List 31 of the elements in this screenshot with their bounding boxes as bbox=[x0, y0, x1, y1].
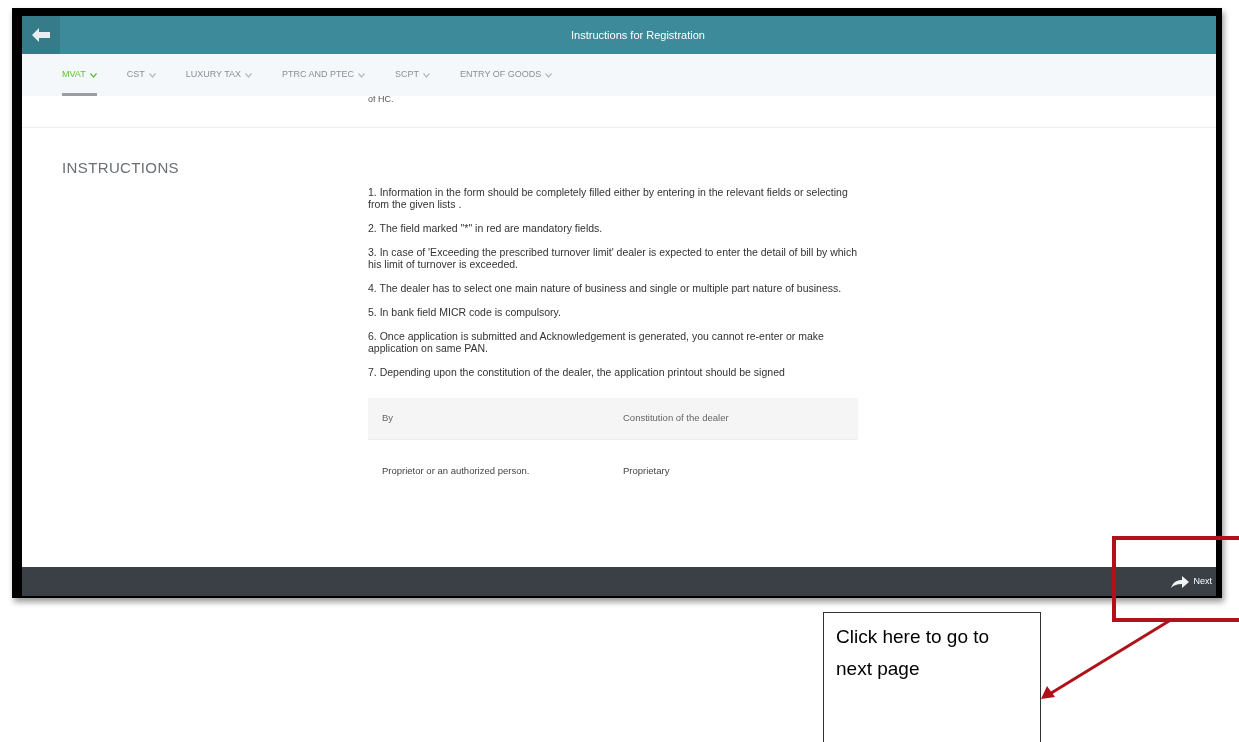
table-cell-text: Proprietor or an authorized person. bbox=[381, 463, 531, 478]
instruction-text: 5. In bank field MICR code is compulsory. bbox=[368, 306, 562, 318]
instruction-text: 1. Information in the form should be completely filled either by entering in the relevant fields or selecting from the given lists . bbox=[368, 186, 849, 210]
instruction-text: 2. The field marked "*" in red are mandatory fields. bbox=[368, 222, 604, 234]
instruction-text: 6. Once application is submitted and Acknowledgement is generated, you cannot re-enter or make application on same PAN. bbox=[368, 330, 825, 354]
next-button[interactable]: Next bbox=[1171, 574, 1212, 589]
instruction-text: 7. Depending upon the constitution of the dealer, the application printout should be signed bbox=[368, 366, 786, 378]
chevron-down-icon bbox=[423, 72, 431, 78]
section-heading: INSTRUCTIONS bbox=[62, 159, 179, 176]
callout-text: Click here to go to next page bbox=[836, 625, 991, 681]
menu-tab[interactable]: PTRC AND PTEC bbox=[282, 54, 366, 96]
window-title: Instructions for Registration bbox=[571, 27, 705, 43]
partial-text: of HC. bbox=[368, 96, 394, 104]
chevron-down-icon bbox=[545, 72, 553, 78]
chevron-down-icon bbox=[89, 72, 97, 78]
column-header: By bbox=[381, 411, 395, 426]
column-header: Constitution of the dealer bbox=[623, 411, 729, 426]
share-arrow-icon bbox=[1171, 575, 1190, 588]
table-cell: Proprietary bbox=[623, 463, 670, 478]
back-arrow-icon bbox=[32, 28, 50, 42]
chevron-down-icon bbox=[245, 72, 253, 78]
chevron-down-icon bbox=[148, 72, 156, 78]
menu-tab[interactable]: MVAT bbox=[62, 54, 97, 96]
menu-tab[interactable]: LUXURY TAX bbox=[185, 54, 253, 96]
chevron-down-icon bbox=[358, 72, 366, 78]
back-button[interactable] bbox=[22, 16, 60, 54]
instruction-text: 4. The dealer has to select one main nature of business and single or multiple part nature of business. bbox=[368, 282, 843, 294]
menu-tab[interactable]: ENTRY OF GOODS bbox=[460, 54, 553, 96]
menu-tab[interactable]: CST bbox=[126, 54, 156, 96]
menu-tab[interactable]: SCPT bbox=[395, 54, 431, 96]
instruction-text: 3. In case of 'Exceeding the prescribed turnover limit' dealer is expected to enter the detail of bill by which his limit of turnover is exceeded. bbox=[368, 246, 858, 270]
